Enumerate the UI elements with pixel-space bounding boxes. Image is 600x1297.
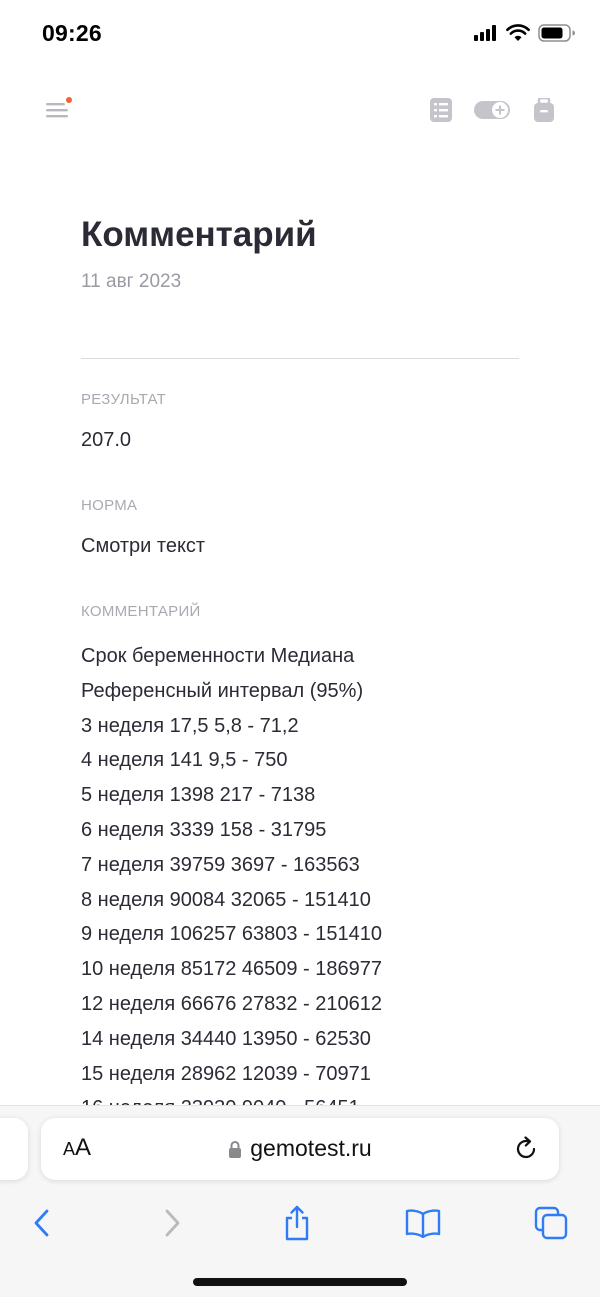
comment-line: 6 неделя 3339 158 - 31795	[81, 818, 327, 841]
comment-line: 14 неделя 34440 13950 - 62530	[81, 1027, 371, 1050]
address-bar[interactable]: AA gemotest.ru	[41, 1118, 559, 1180]
app-toolbar	[0, 88, 600, 132]
comment-line: 10 неделя 85172 46509 - 186977	[81, 958, 383, 981]
book-icon	[405, 1209, 441, 1238]
divider	[81, 358, 519, 359]
norma-label: НОРМА	[81, 497, 138, 514]
comment-line: 12 неделя 66676 27832 - 210612	[81, 992, 383, 1015]
result-label: РЕЗУЛЬТАТ	[81, 391, 167, 408]
comment-section: КОММЕНТАРИЙ Срок беременности Медиана Ре…	[81, 602, 519, 1126]
share-icon	[285, 1205, 309, 1241]
main-content: Комментарий 11 авг 2023 РЕЗУЛЬТАТ 207.0 …	[81, 210, 519, 1126]
battery-icon	[538, 24, 575, 42]
status-time: 09:26	[42, 20, 102, 46]
comment-line: Срок беременности Медиана	[81, 645, 355, 667]
page-date: 11 авг 2023	[81, 271, 182, 292]
tabs-icon	[534, 1206, 568, 1240]
chevron-right-icon	[165, 1209, 180, 1237]
browser-nav-bar	[0, 1198, 600, 1248]
share-button[interactable]	[272, 1198, 322, 1248]
signal-icon	[474, 25, 496, 41]
tabs-button[interactable]	[526, 1198, 576, 1248]
comment-line: 4 неделя 141 9,5 - 750	[81, 749, 288, 772]
result-value: 207.0	[81, 429, 132, 451]
browser-bottom-bar: AA gemotest.ru	[0, 1105, 600, 1297]
comment-line: 3 неделя 17,5 5,8 - 71,2	[81, 714, 299, 737]
comment-line: Референсный интервал (95%)	[81, 679, 364, 702]
back-button[interactable]	[17, 1198, 67, 1248]
status-icons	[474, 24, 576, 42]
comment-line: 8 неделя 90084 32065 - 151410	[81, 888, 371, 911]
add-toggle-icon[interactable]	[470, 88, 514, 132]
screen: 09:26 Комментарий 11 авг 2023 РЕЗУЛЬТАТ …	[0, 0, 600, 1297]
bookmarks-button[interactable]	[398, 1198, 448, 1248]
wifi-icon	[506, 24, 530, 41]
status-bar: 09:26	[0, 0, 600, 72]
comment-label: КОММЕНТАРИЙ	[81, 603, 201, 620]
comment-line: 9 неделя 106257 63803 - 151410	[81, 923, 383, 946]
notification-dot-icon	[66, 97, 72, 103]
page-title: Комментарий	[81, 215, 317, 254]
norma-value: Смотри текст	[81, 535, 206, 557]
reload-icon[interactable]	[511, 1134, 541, 1164]
result-section: РЕЗУЛЬТАТ 207.0	[81, 390, 519, 454]
norma-section: НОРМА Смотри текст	[81, 496, 519, 560]
comment-text: Срок беременности Медиана Референсный ин…	[81, 639, 519, 1126]
home-indicator	[193, 1278, 407, 1286]
comment-line: 7 неделя 39759 3697 - 163563	[81, 853, 360, 876]
url-display[interactable]: gemotest.ru	[41, 1135, 559, 1162]
menu-icon[interactable]	[38, 88, 78, 132]
bag-icon[interactable]	[524, 88, 564, 132]
comment-line: 15 неделя 28962 12039 - 70971	[81, 1062, 371, 1085]
chevron-left-icon	[34, 1209, 49, 1237]
comment-line: 5 неделя 1398 217 - 7138	[81, 784, 316, 807]
previous-tab-address-bar[interactable]	[0, 1118, 28, 1180]
list-icon[interactable]	[421, 88, 461, 132]
forward-button[interactable]	[147, 1198, 197, 1248]
url-text: gemotest.ru	[250, 1135, 372, 1161]
lock-icon	[229, 1141, 242, 1158]
